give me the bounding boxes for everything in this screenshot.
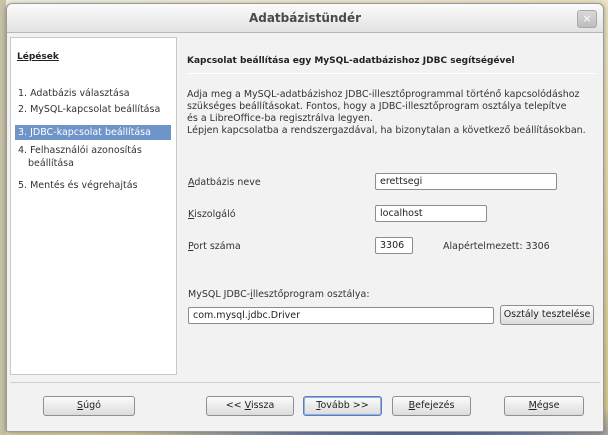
window-title: Adatbázistündér (248, 11, 362, 25)
description-line: szükséges beállításokat. Fontos, hogy a … (187, 101, 567, 112)
button-label: efejezés (415, 400, 455, 411)
steps-panel: Lépések 1. Adatbázis választása 2. MySQL… (10, 37, 177, 375)
main-panel: Kapcsolat beállítása egy MySQL-adatbázis… (179, 37, 600, 373)
driver-class-input[interactable]: com.mysql.jdbc.Driver (188, 307, 494, 324)
footer-divider (10, 382, 600, 383)
server-input[interactable]: localhost (375, 205, 487, 222)
step-label: 2. MySQL-kapcsolat beállítása (18, 104, 161, 115)
button-label: égse (536, 400, 560, 411)
description-line: Lépjen kapcsolatba a rendszergazdával, h… (187, 125, 586, 136)
cancel-button[interactable]: Mégse (504, 396, 584, 416)
label-text: datbázis neve (194, 177, 261, 188)
back-button[interactable]: << Vissza (206, 396, 294, 416)
help-button[interactable]: Súgó (43, 396, 135, 416)
step-mysql-connection[interactable]: 2. MySQL-kapcsolat beállítása (15, 102, 171, 117)
database-name-label: Adatbázis neve (188, 177, 261, 188)
description: Adja meg a MySQL-adatbázishoz JDBC-illes… (187, 89, 597, 137)
step-label: 1. Adatbázis választása (18, 88, 130, 99)
step-label: 5. Mentés és végrehajtás (18, 180, 138, 191)
driver-class-label: MySQL JDBC-illesztőprogram osztálya: (188, 289, 370, 300)
step-label: 4. Felhasználói azonosítás (18, 145, 142, 156)
next-button[interactable]: Tovább >> (303, 396, 382, 416)
description-line: és a LibreOffice-ba regisztrálva legyen. (187, 113, 373, 124)
port-default-text: Alapértelmezett: 3306 (443, 241, 550, 252)
steps-heading: Lépések (17, 52, 59, 62)
port-input[interactable]: 3306 (375, 237, 413, 254)
step-jdbc-connection[interactable]: 3. JDBC-kapcsolat beállítása (15, 125, 171, 140)
label-text: ort száma (193, 241, 241, 252)
label-text: llesztőprogram osztálya: (252, 289, 370, 300)
description-line: Adja meg a MySQL-adatbázishoz JDBC-illes… (187, 89, 580, 100)
divider (187, 73, 596, 74)
button-label: ovább >> (320, 400, 369, 411)
server-label: Kiszolgáló (188, 209, 236, 220)
label-text: MySQL JDBC- (188, 289, 251, 300)
database-wizard-dialog: Adatbázistündér × Lépések 1. Adatbázis v… (6, 3, 604, 432)
step-label-continued: beállítása (28, 158, 74, 169)
label-text: iszolgáló (194, 209, 236, 220)
step-select-database[interactable]: 1. Adatbázis választása (15, 86, 171, 101)
step-label: 3. JDBC-kapcsolat beállítása (18, 127, 151, 138)
button-label: úgó (83, 400, 101, 411)
finish-button[interactable]: Befejezés (392, 396, 471, 416)
step-user-authentication[interactable]: 4. Felhasználói azonosítás beállítása (15, 143, 171, 171)
titlebar: Adatbázistündér × (7, 4, 603, 33)
test-class-button[interactable]: Osztály tesztelése (500, 305, 594, 325)
step-save-and-proceed[interactable]: 5. Mentés és végrehajtás (15, 178, 171, 193)
page-title: Kapcsolat beállítása egy MySQL-adatbázis… (187, 56, 515, 66)
button-label: issza (250, 400, 275, 411)
port-label: Port száma (188, 241, 241, 252)
close-icon[interactable]: × (577, 10, 597, 28)
database-name-input[interactable]: erettsegi (375, 173, 557, 190)
button-mnemonic: M (528, 400, 537, 411)
button-label: << (225, 400, 245, 411)
